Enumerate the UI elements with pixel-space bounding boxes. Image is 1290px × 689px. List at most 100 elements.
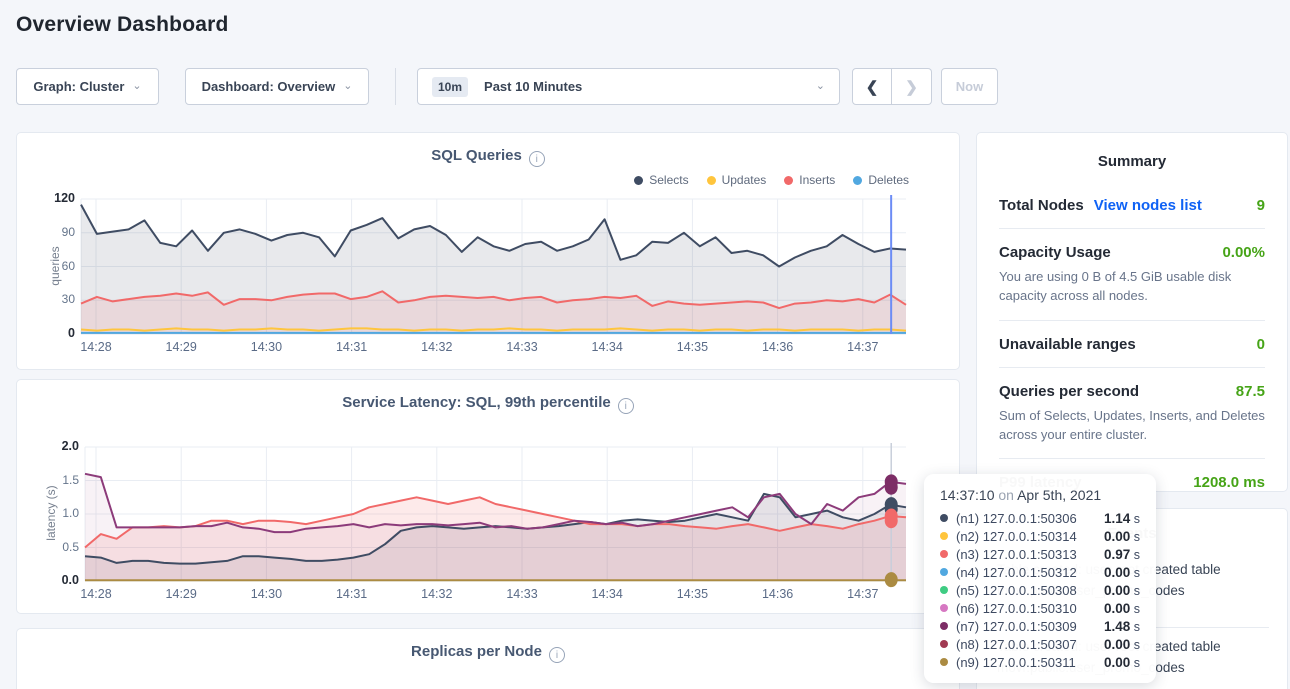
tooltip-row: (n5) 127.0.0.1:50308 0.00 s bbox=[940, 581, 1140, 599]
x-axis-tick: 14:28 bbox=[74, 340, 118, 354]
tooltip-node-value: 0.00 s bbox=[1104, 529, 1140, 544]
page-title: Overview Dashboard bbox=[16, 13, 229, 37]
x-axis-tick: 14:33 bbox=[500, 587, 544, 601]
tooltip-node-label: (n2) 127.0.0.1:50314 bbox=[956, 529, 1096, 544]
summary-row-unavailable: Unavailable ranges 0 bbox=[999, 321, 1265, 368]
tooltip-node-value: 1.48 s bbox=[1104, 619, 1140, 634]
unavailable-ranges-value: 0 bbox=[1257, 336, 1265, 353]
capacity-usage-label: Capacity Usage bbox=[999, 244, 1111, 261]
summary-row-total-nodes: Total Nodes View nodes list 9 bbox=[999, 182, 1265, 229]
latency-chart[interactable]: 2.01.51.00.50.014:2814:2914:3014:3114:32… bbox=[17, 380, 959, 613]
chevron-down-icon: ⌄ bbox=[343, 79, 352, 92]
tooltip-node-value: 0.97 s bbox=[1104, 547, 1140, 562]
y-axis-tick: 120 bbox=[29, 191, 75, 205]
now-button[interactable]: Now bbox=[941, 68, 998, 105]
dashboard-dropdown-label: Dashboard: Overview bbox=[202, 79, 336, 94]
series-line-updates bbox=[81, 328, 906, 330]
x-axis-tick: 14:31 bbox=[330, 587, 374, 601]
tooltip-row: (n9) 127.0.0.1:503110.00 s bbox=[940, 653, 1140, 671]
x-axis-tick: 14:35 bbox=[670, 340, 714, 354]
time-next-button[interactable]: ❯ bbox=[892, 68, 932, 105]
x-axis-tick: 14:34 bbox=[585, 340, 629, 354]
time-window-badge: 10m bbox=[432, 77, 468, 97]
latency-plot[interactable] bbox=[17, 380, 961, 615]
x-axis-tick: 14:33 bbox=[500, 340, 544, 354]
qps-desc: Sum of Selects, Updates, Inserts, and De… bbox=[999, 407, 1265, 445]
x-axis-tick: 14:29 bbox=[159, 587, 203, 601]
tooltip-node-label: (n1) 127.0.0.1:50306 bbox=[956, 511, 1096, 526]
tooltip-node-value: 1.14 s bbox=[1104, 511, 1140, 526]
series-dot-icon bbox=[940, 514, 948, 522]
time-range-dropdown[interactable]: 10m Past 10 Minutes ⌄ bbox=[417, 68, 840, 105]
tooltip-row: (n6) 127.0.0.1:50310 0.00 s bbox=[940, 599, 1140, 617]
series-dot-icon bbox=[940, 532, 948, 540]
chevron-right-icon: ❯ bbox=[905, 78, 918, 96]
tooltip-row: (n1) 127.0.0.1:50306 1.14 s bbox=[940, 509, 1140, 527]
summary-row-capacity: Capacity Usage 0.00% You are using 0 B o… bbox=[999, 229, 1265, 321]
y-axis-tick: 2.0 bbox=[33, 439, 79, 453]
replicas-title: Replicas per Nodei bbox=[17, 643, 959, 663]
tooltip-node-label: (n6) 127.0.0.1:50310 bbox=[956, 601, 1096, 616]
series-dot-icon bbox=[940, 604, 948, 612]
graph-dropdown-label: Graph: Cluster bbox=[33, 79, 124, 94]
tooltip-node-unit: s bbox=[1130, 548, 1140, 562]
x-axis-tick: 14:37 bbox=[841, 340, 885, 354]
x-axis-tick: 14:37 bbox=[841, 587, 885, 601]
capacity-usage-desc: You are using 0 B of 4.5 GiB usable disk… bbox=[999, 268, 1265, 306]
time-range-label: Past 10 Minutes bbox=[484, 79, 808, 94]
x-axis-tick: 14:36 bbox=[756, 587, 800, 601]
chevron-left-icon: ❮ bbox=[866, 78, 879, 96]
x-axis-tick: 14:28 bbox=[74, 587, 118, 601]
tooltip-node-value: 0.00 s bbox=[1104, 583, 1140, 598]
tooltip-row: (n7) 127.0.0.1:50309 1.48 s bbox=[940, 617, 1140, 635]
summary-title: Summary bbox=[977, 133, 1287, 170]
chart-hover-tooltip: 14:37:10 on Apr 5th, 2021 (n1) 127.0.0.1… bbox=[924, 474, 1156, 683]
y-axis-tick: 0.0 bbox=[33, 573, 79, 587]
series-dot-icon bbox=[940, 568, 948, 576]
x-axis-tick: 14:32 bbox=[415, 340, 459, 354]
tooltip-node-label: (n7) 127.0.0.1:50309 bbox=[956, 619, 1096, 634]
tooltip-node-unit: s bbox=[1130, 602, 1140, 616]
sql-queries-panel: SQL Queriesi SelectsUpdatesInsertsDelete… bbox=[16, 132, 960, 370]
chevron-down-icon: ⌄ bbox=[816, 79, 825, 92]
qps-value: 87.5 bbox=[1236, 383, 1265, 400]
tooltip-node-unit: s bbox=[1130, 512, 1140, 526]
y-axis-label: queries bbox=[48, 226, 62, 306]
x-axis-tick: 14:34 bbox=[585, 587, 629, 601]
info-icon[interactable]: i bbox=[549, 647, 565, 663]
summary-row-qps: Queries per second 87.5 Sum of Selects, … bbox=[999, 368, 1265, 460]
time-prev-button[interactable]: ❮ bbox=[852, 68, 892, 105]
latency-panel: Service Latency: SQL, 99th percentilei 2… bbox=[16, 379, 960, 614]
view-nodes-list-link[interactable]: View nodes list bbox=[1094, 197, 1202, 214]
tooltip-node-value: 0.00 s bbox=[1104, 565, 1140, 580]
series-dot-icon bbox=[940, 658, 948, 666]
tooltip-node-value: 0.00 s bbox=[1104, 601, 1140, 616]
x-axis-tick: 14:30 bbox=[244, 340, 288, 354]
unavailable-ranges-label: Unavailable ranges bbox=[999, 336, 1136, 353]
series-dot-icon bbox=[940, 640, 948, 648]
tooltip-node-value: 0.00 s bbox=[1104, 655, 1140, 670]
sql-plot[interactable] bbox=[17, 133, 961, 371]
tooltip-node-label: (n5) 127.0.0.1:50308 bbox=[956, 583, 1096, 598]
tooltip-node-unit: s bbox=[1130, 656, 1140, 670]
tooltip-node-value: 0.00 s bbox=[1104, 637, 1140, 652]
tooltip-row: (n8) 127.0.0.1:503070.00 s bbox=[940, 635, 1140, 653]
series-dot-icon bbox=[940, 550, 948, 558]
hover-dot bbox=[885, 480, 898, 495]
tooltip-node-unit: s bbox=[1130, 584, 1140, 598]
toolbar-divider bbox=[395, 68, 396, 105]
dashboard-dropdown[interactable]: Dashboard: Overview ⌄ bbox=[185, 68, 369, 105]
y-axis-label: latency (s) bbox=[44, 473, 58, 553]
graph-dropdown[interactable]: Graph: Cluster ⌄ bbox=[16, 68, 159, 105]
sql-queries-chart[interactable]: 120906030014:2814:2914:3014:3114:3214:33… bbox=[17, 133, 959, 369]
tooltip-node-unit: s bbox=[1130, 566, 1140, 580]
x-axis-tick: 14:29 bbox=[159, 340, 203, 354]
qps-label: Queries per second bbox=[999, 383, 1139, 400]
tooltip-node-label: (n3) 127.0.0.1:50313 bbox=[956, 547, 1096, 562]
capacity-usage-value: 0.00% bbox=[1222, 244, 1265, 261]
x-axis-tick: 14:30 bbox=[244, 587, 288, 601]
p99-latency-value: 1208.0 ms bbox=[1193, 474, 1265, 491]
replicas-panel: Replicas per Nodei bbox=[16, 628, 960, 689]
x-axis-tick: 14:31 bbox=[330, 340, 374, 354]
tooltip-node-unit: s bbox=[1130, 530, 1140, 544]
